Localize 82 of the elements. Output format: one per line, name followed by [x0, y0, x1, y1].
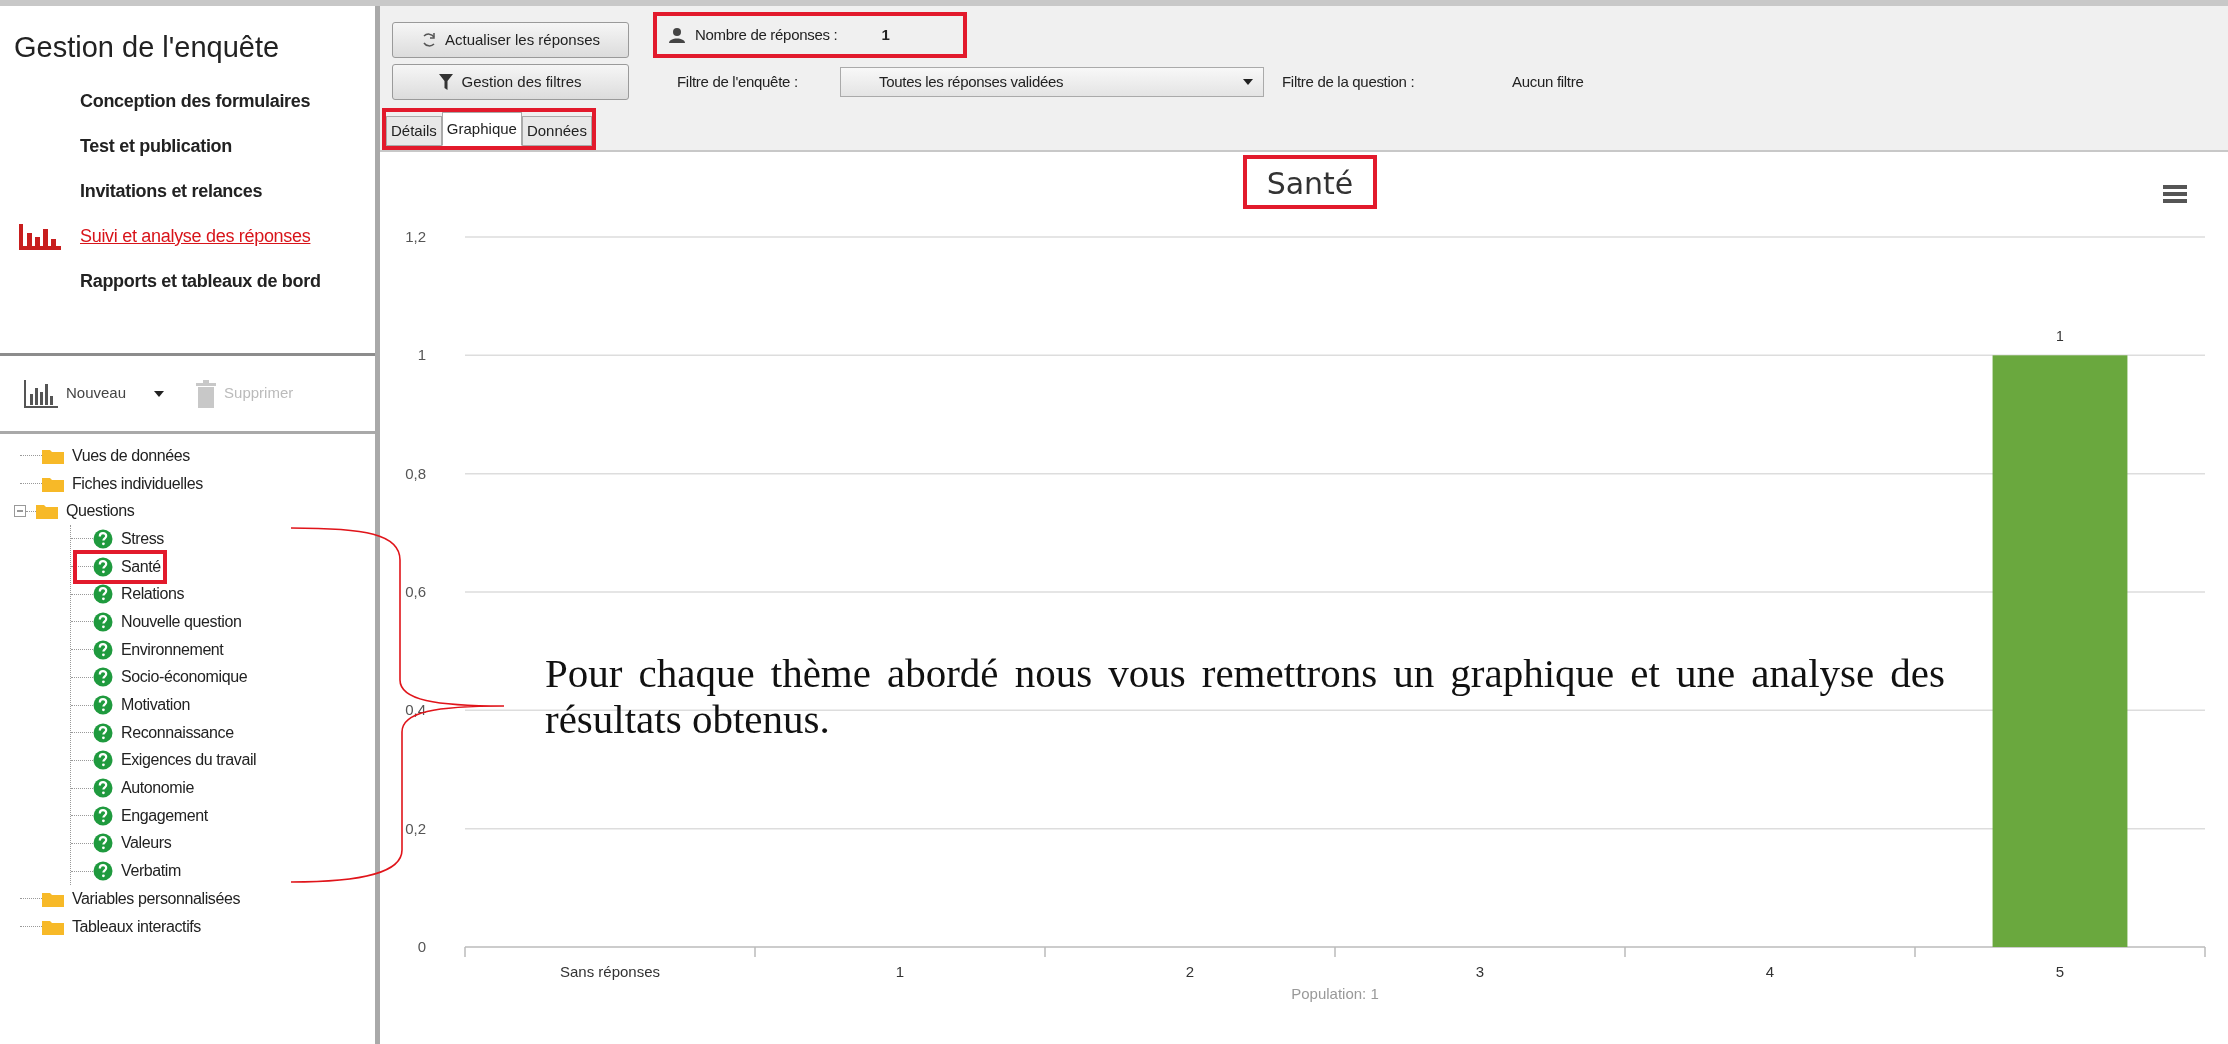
axis-label: 3: [1475, 963, 1485, 980]
axis-label: 1,2: [405, 228, 426, 245]
tree-item[interactable]: Reconnaissance: [119, 720, 236, 745]
nav-link[interactable]: Suivi et analyse des réponses: [80, 223, 311, 250]
annotation-text: Pour chaque thème abordé nous vous remettrons un graphique et une analyse des résultats obtenus.: [545, 650, 1945, 742]
help-circle-icon: [93, 695, 113, 716]
axis-label: 5: [2055, 963, 2065, 980]
refresh-button[interactable]: Actualiser les réponses: [392, 22, 629, 58]
axis-label: Sans réponses: [559, 963, 661, 980]
data-label: 1: [2056, 328, 2064, 345]
tree-item[interactable]: Engagement: [119, 803, 210, 828]
tree-item[interactable]: Stress: [119, 526, 166, 551]
refresh-icon: [420, 31, 437, 49]
tree-item[interactable]: Verbatim: [119, 859, 183, 884]
tab[interactable]: Données: [521, 116, 592, 146]
tree-item[interactable]: Fiches individuelles: [70, 471, 205, 496]
help-circle-icon: [93, 556, 113, 577]
survey-filter-dropdown[interactable]: Toutes les réponses validées: [840, 67, 1264, 97]
tree-item[interactable]: Relations: [119, 582, 187, 607]
tree-item[interactable]: Valeurs: [119, 831, 174, 856]
question-filter-value: Aucun filtre: [1512, 71, 1584, 92]
tree-item[interactable]: Santé: [119, 554, 163, 579]
help-circle-icon: [93, 805, 113, 826]
tree-item[interactable]: Tableaux interactifs: [70, 914, 203, 939]
axis-label: 0,6: [405, 583, 426, 600]
folder-icon: [42, 475, 64, 492]
nav-link[interactable]: Test et publication: [80, 133, 232, 160]
menu-icon[interactable]: [2163, 185, 2187, 203]
person-icon: [669, 27, 685, 43]
new-button[interactable]: Nouveau: [22, 377, 129, 410]
tree-item[interactable]: Environnement: [119, 637, 226, 662]
chart-title: Santé: [1266, 166, 1354, 201]
folder-icon: [42, 918, 64, 935]
bar-chart-icon: [24, 379, 58, 408]
trash-icon: [196, 379, 217, 408]
axis-label: 0,2: [405, 819, 426, 837]
axis-label: 2: [1185, 963, 1195, 980]
axis-label: 1: [417, 346, 426, 364]
help-circle-icon: [93, 861, 113, 882]
help-circle-icon: [93, 778, 113, 799]
tree-item[interactable]: Autonomie: [119, 776, 196, 801]
axis-title: Population: 1: [1291, 985, 1379, 1002]
app-title: Gestion de l'enquête: [14, 30, 281, 65]
folder-icon: [42, 447, 64, 464]
tree-item[interactable]: Exigences du travail: [119, 748, 259, 773]
axis-label: 4: [1765, 963, 1775, 980]
filters-button[interactable]: Gestion des filtres: [392, 64, 629, 100]
tab[interactable]: Détails: [386, 116, 442, 146]
dropdown-button[interactable]: [152, 388, 167, 399]
filter-icon: [439, 74, 454, 90]
help-circle-icon: [93, 584, 113, 605]
tree-item[interactable]: Nouvelle question: [119, 609, 244, 634]
help-circle-icon: [93, 722, 113, 743]
tab[interactable]: Graphique: [441, 112, 522, 146]
help-circle-icon: [93, 611, 113, 632]
tree-item[interactable]: Variables personnalisées: [70, 886, 242, 911]
nav-link[interactable]: Conception des formulaires: [80, 88, 311, 115]
axis-label: 0: [417, 938, 426, 955]
caret-icon: [1243, 79, 1253, 85]
count-label: Nombre de réponses :: [695, 24, 838, 45]
axis-label: 0,8: [405, 464, 426, 482]
count-value: 1: [881, 24, 890, 45]
tree-item[interactable]: Vues de données: [70, 443, 192, 468]
caret-icon: [154, 390, 165, 397]
question-filter-label: Filtre de la question :: [1282, 71, 1416, 92]
help-circle-icon: [93, 528, 113, 549]
nav-link[interactable]: Invitations et relances: [80, 178, 263, 205]
tree-item[interactable]: Socio-économique: [119, 665, 250, 690]
axis-label: 0,4: [405, 701, 426, 719]
collapse-icon[interactable]: [14, 505, 26, 518]
bar-chart-icon: [18, 222, 62, 251]
nav-link[interactable]: Rapports et tableaux de bord: [80, 268, 321, 295]
folder-icon: [36, 503, 58, 520]
folder-icon: [42, 890, 64, 907]
help-circle-icon: [93, 750, 113, 771]
axis-label: 1: [895, 963, 905, 980]
survey-filter-label: Filtre de l'enquête :: [677, 71, 799, 92]
help-circle-icon: [93, 639, 113, 660]
help-circle-icon: [93, 833, 113, 854]
help-circle-icon: [93, 667, 113, 688]
tree-item[interactable]: Questions: [64, 499, 137, 524]
tree-item[interactable]: Motivation: [119, 693, 192, 718]
